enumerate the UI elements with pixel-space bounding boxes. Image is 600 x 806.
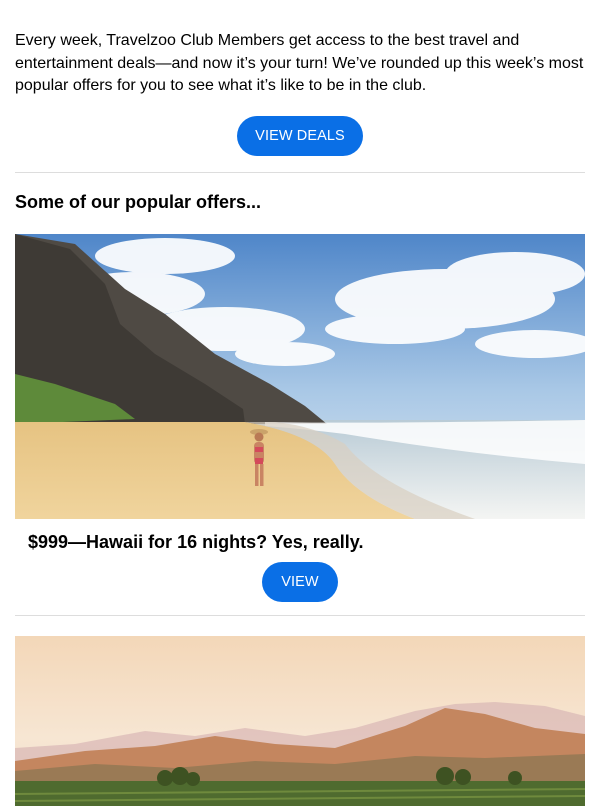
vineyard-hills-image[interactable] xyxy=(15,636,585,806)
hawaii-beach-image[interactable] xyxy=(15,234,585,519)
email-body: Every week, Travelzoo Club Members get a… xyxy=(0,0,600,806)
section-title: Some of our popular offers... xyxy=(15,192,262,212)
view-deals-button[interactable]: VIEW DEALS xyxy=(237,116,363,156)
view-offer-button[interactable]: VIEW xyxy=(262,562,338,602)
divider xyxy=(15,172,585,173)
offer-title[interactable]: $999—Hawaii for 16 nights? Yes, really. xyxy=(28,532,364,553)
intro-paragraph: Every week, Travelzoo Club Members get a… xyxy=(15,32,584,94)
divider xyxy=(15,615,585,616)
